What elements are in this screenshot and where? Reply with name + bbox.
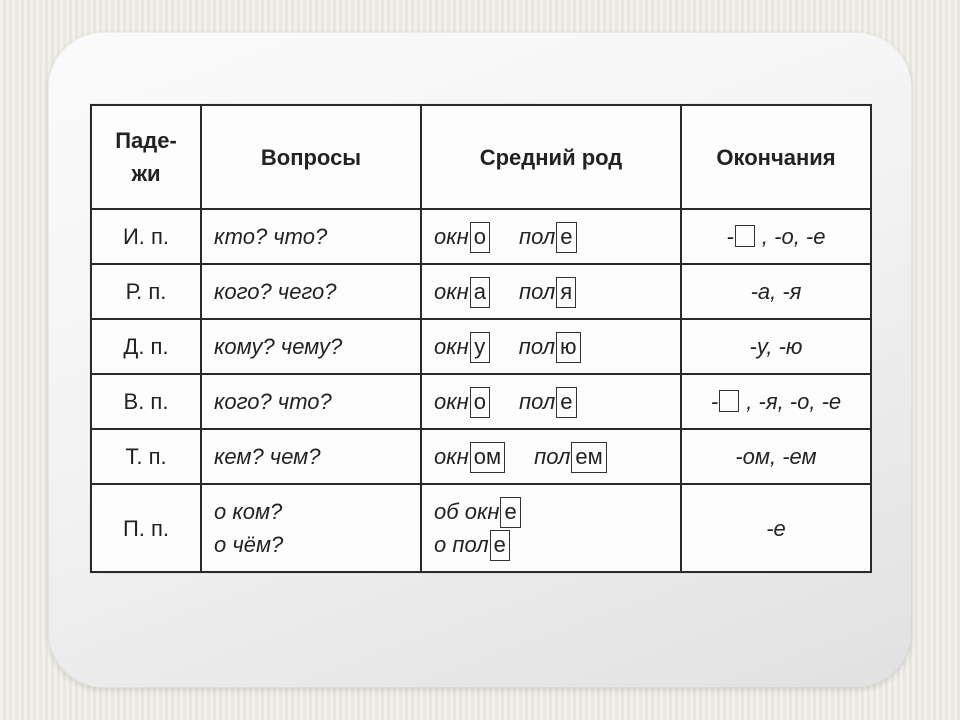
table-row: И. п.кто? что?окнополе- , -о, -е xyxy=(91,209,871,264)
endings-cell: - , -о, -е xyxy=(681,209,871,264)
presentation-card: Паде- жи Вопросы Средний род Окончания И… xyxy=(48,32,912,688)
examples-cell: окнуполю xyxy=(421,319,681,374)
question-cell: кому? чему? xyxy=(201,319,421,374)
case-cell: Р. п. xyxy=(91,264,201,319)
endings-cell: -у, -ю xyxy=(681,319,871,374)
header-row: Паде- жи Вопросы Средний род Окончания xyxy=(91,105,871,209)
ending-highlight: е xyxy=(490,530,510,561)
examples-cell: окнополе xyxy=(421,209,681,264)
examples-cell: окнаполя xyxy=(421,264,681,319)
ending-highlight: о xyxy=(470,387,490,418)
ending-highlight: у xyxy=(470,332,490,363)
table-sheet: Паде- жи Вопросы Средний род Окончания И… xyxy=(90,104,870,573)
table-row: В. п.кого? что?окнополе- , -я, -о, -е xyxy=(91,374,871,429)
table-row: П. п.о ком?о чём?об окнео поле-е xyxy=(91,484,871,572)
ending-highlight: я xyxy=(556,277,576,308)
ending-highlight: ем xyxy=(571,442,606,473)
ending-highlight: е xyxy=(500,497,520,528)
case-cell: Т. п. xyxy=(91,429,201,484)
endings-cell: -е xyxy=(681,484,871,572)
case-cell: Д. п. xyxy=(91,319,201,374)
examples-cell: об окнео поле xyxy=(421,484,681,572)
header-cases: Паде- жи xyxy=(91,105,201,209)
ending-highlight: а xyxy=(470,277,490,308)
endings-cell: -ом, -ем xyxy=(681,429,871,484)
cases-table: Паде- жи Вопросы Средний род Окончания И… xyxy=(90,104,872,573)
ending-highlight: о xyxy=(470,222,490,253)
table-row: Р. п.кого? чего?окнаполя-а, -я xyxy=(91,264,871,319)
question-cell: кто? что? xyxy=(201,209,421,264)
question-cell: о ком?о чём? xyxy=(201,484,421,572)
header-endings: Окончания xyxy=(681,105,871,209)
question-cell: кого? что? xyxy=(201,374,421,429)
examples-cell: окномполем xyxy=(421,429,681,484)
endings-cell: - , -я, -о, -е xyxy=(681,374,871,429)
empty-ending-box xyxy=(719,390,739,412)
empty-ending-box xyxy=(735,225,755,247)
case-cell: П. п. xyxy=(91,484,201,572)
examples-cell: окнополе xyxy=(421,374,681,429)
question-cell: кого? чего? xyxy=(201,264,421,319)
case-cell: И. п. xyxy=(91,209,201,264)
endings-cell: -а, -я xyxy=(681,264,871,319)
ending-highlight: е xyxy=(556,387,576,418)
header-neuter: Средний род xyxy=(421,105,681,209)
question-cell: кем? чем? xyxy=(201,429,421,484)
ending-highlight: ю xyxy=(556,332,581,363)
ending-highlight: е xyxy=(556,222,576,253)
case-cell: В. п. xyxy=(91,374,201,429)
table-row: Д. п.кому? чему?окнуполю-у, -ю xyxy=(91,319,871,374)
table-row: Т. п.кем? чем?окномполем-ом, -ем xyxy=(91,429,871,484)
header-questions: Вопросы xyxy=(201,105,421,209)
ending-highlight: ом xyxy=(470,442,505,473)
